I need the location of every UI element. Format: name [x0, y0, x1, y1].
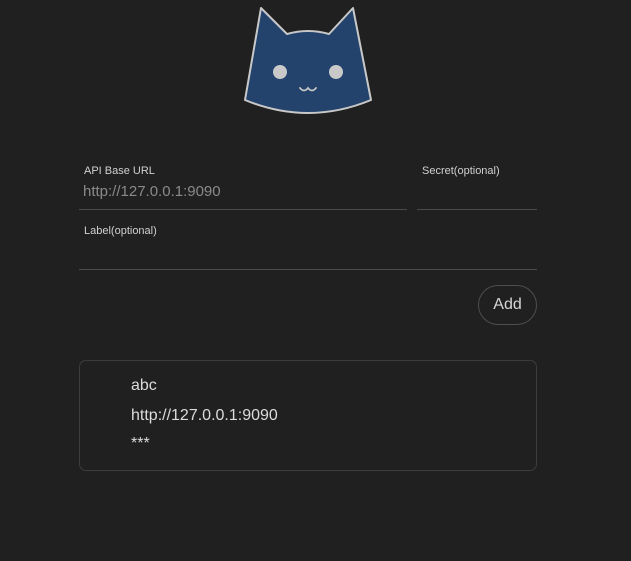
label-field[interactable]: Label(optional) — [79, 221, 537, 270]
cat-logo-icon — [244, 7, 372, 114]
cat-right-eye — [329, 65, 343, 79]
cat-head-shape — [244, 7, 372, 114]
backend-list-item[interactable]: abc http://127.0.0.1:9090 *** — [79, 360, 537, 471]
label-input[interactable] — [83, 241, 533, 261]
backend-label: abc — [131, 377, 157, 394]
backend-secret: *** — [131, 435, 150, 452]
cat-left-eye — [273, 65, 287, 79]
api-base-url-input[interactable] — [83, 181, 403, 201]
secret-input[interactable] — [421, 181, 533, 201]
label-label: Label(optional) — [84, 225, 157, 237]
add-button[interactable]: Add — [478, 285, 537, 325]
api-base-url-field[interactable]: API Base URL — [79, 161, 407, 210]
api-base-url-label: API Base URL — [84, 165, 155, 177]
backend-url: http://127.0.0.1:9090 — [131, 407, 278, 424]
secret-field[interactable]: Secret(optional) — [417, 161, 537, 210]
secret-label: Secret(optional) — [422, 165, 500, 177]
